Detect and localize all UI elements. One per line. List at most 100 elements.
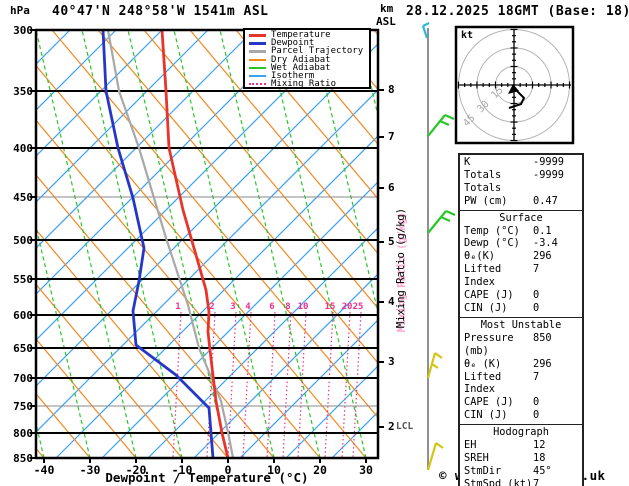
pressure-tick-label: 650 [13,341,33,355]
km-tick-label: 2 [388,420,395,433]
stats-label: K [464,156,471,168]
mixing-ratio-label: 1 [175,302,181,312]
stats-row: Pressure (mb) 850 [460,332,582,358]
km-tick-label: 3 [388,355,395,368]
stats-row: Temp (°C) 0.1 [460,225,582,238]
km-tick-label: 4 [388,295,395,308]
stats-row: CIN (J) 0 [460,302,582,315]
stats-label: Dewp (°C) [464,237,520,250]
stats-row: EH 12 [460,439,582,452]
stats-row: CIN (J) 0 [460,409,582,422]
pressure-tick-label: 300 [13,23,33,37]
stats-label: θₑ(K) [464,250,495,263]
legend-swatch-dry-adiabat [249,58,266,61]
legend-item: Mixing Ratio [249,79,369,90]
stats-section-header: Hodograph [493,426,549,439]
mixing-ratio-label: 10 [297,302,309,312]
stats-value: 0.1 [533,224,552,237]
legend-swatch-dewpoint [249,41,266,45]
stats-row: StmSpd (kt) 7 [460,478,582,486]
station-title: 40°47'N 248°58'W 1541m ASL [52,4,269,19]
stats-label: Pressure (mb) [464,331,514,357]
stats-value: 7 [533,370,540,383]
pressure-tick-label: 400 [13,141,33,155]
stats-value: 850 [533,331,552,344]
stats-value: 18 [533,451,546,464]
mixing-axis-label: Mixing Ratio (g/kg) [395,207,407,329]
pressure-tick-label: 800 [13,426,33,440]
sounding-screenshot: 15 30 45 hPa 40°47'N 248°58'W 1541m ASL km… [0,0,629,486]
stats-value: 296 [533,250,552,263]
legend: Temperature Dewpoint Parcel Trajectory Dry … [243,28,371,89]
wind-barb [427,209,456,234]
legend-label: Mixing Ratio [271,79,337,90]
stats-row: θₑ(K) 296 [460,250,582,263]
stats-label: CAPE (J) [464,289,514,302]
stats-value: 0 [533,396,540,409]
stats-row: CAPE (J) 0 [460,396,582,409]
hodograph: 153045 [454,25,575,145]
stats-label: CIN (J) [464,301,508,314]
legend-swatch-mixing-ratio [249,83,266,86]
stats-section-header: Most Unstable [480,318,562,331]
km-tick-label: 8 [388,83,395,96]
stats-row: Lifted Index 7 [460,371,582,397]
pressure-tick-label: 450 [13,190,33,204]
stats-row: K -9999 [460,156,582,169]
wind-barb [426,352,443,379]
stats-section: Hodograph EH 12 SREH 18 StmDir 45° StmSpd (kt) 7 [460,424,582,486]
stats-row: θₑ (K) 296 [460,358,582,371]
x-axis-label: Dewpoint / Temperature (°C) [105,470,309,485]
pressure-tick-label: 500 [13,233,33,247]
hodograph-unit-label: kt [461,30,474,41]
pressure-unit-label: hPa [10,4,30,17]
stats-value: 0 [533,301,540,314]
stats-value: -9999 [533,168,564,181]
stats-value: -3.4 [533,237,558,250]
km-tick-label: 5 [388,235,395,248]
km-tick-label: 6 [388,181,395,194]
legend-swatch-isotherm [249,75,266,78]
mixing-ratio-label: 25 [352,302,364,312]
lcl-marker-label: LCL [396,421,414,432]
stats-label: CAPE (J) [464,396,514,409]
pressure-tick-label: 350 [13,84,33,98]
stats-label: Totals Totals [464,168,502,194]
km-tick-label: 7 [388,130,395,143]
stats-label: Temp (°C) [464,224,520,237]
stats-row: Dewp (°C) -3.4 [460,237,582,250]
stats-section: Most Unstable Pressure (mb) 850 θₑ (K) 296 Li… [460,316,582,424]
stats-value: 7 [533,263,540,276]
mixing-ratio-label: 4 [245,302,251,312]
km-unit-label: km [380,2,394,15]
stats-label: θₑ (K) [464,357,502,370]
datetime-title: 28.12.2025 18GMT (Base: 18) [406,4,629,19]
stats-section-header: Surface [499,211,543,224]
stats-row: CAPE (J) 0 [460,289,582,302]
stats-label: Lifted Index [464,370,502,396]
legend-swatch-wet-adiabat [249,66,266,69]
stats-label: CIN (J) [464,409,508,422]
mixing-ratio-label: 2 [209,302,215,312]
stats-label: StmDir [464,464,502,477]
legend-swatch-temperature [249,33,266,37]
pressure-tick-label: 750 [13,399,33,413]
stats-row: StmDir 45° [460,465,582,478]
legend-swatch-parcel-trajectory [249,49,266,53]
stats-label: EH [464,439,477,452]
stats-value: 0 [533,409,540,422]
mixing-ratio-label: 15 [324,302,336,312]
stats-table: K -9999 Totals Totals -9999 PW (cm) 0.47 Surfa… [458,153,584,486]
stats-value: -9999 [533,156,564,168]
stats-label: Lifted Index [464,263,502,289]
stats-row: Totals Totals -9999 [460,169,582,195]
stats-row: PW (cm) 0.47 [460,195,582,208]
pressure-tick-label: 700 [13,371,33,385]
stats-value: 7 [533,477,540,486]
stats-label: SREH [464,451,489,464]
stats-value: 296 [533,357,552,370]
stats-section: Surface Temp (°C) 0.1 Dewp (°C) -3.4 θₑ(K) 296… [460,209,582,317]
stats-section: K -9999 Totals Totals -9999 PW (cm) 0.47 [460,155,582,210]
wind-barb [426,442,444,471]
stats-value: 0 [533,289,540,302]
